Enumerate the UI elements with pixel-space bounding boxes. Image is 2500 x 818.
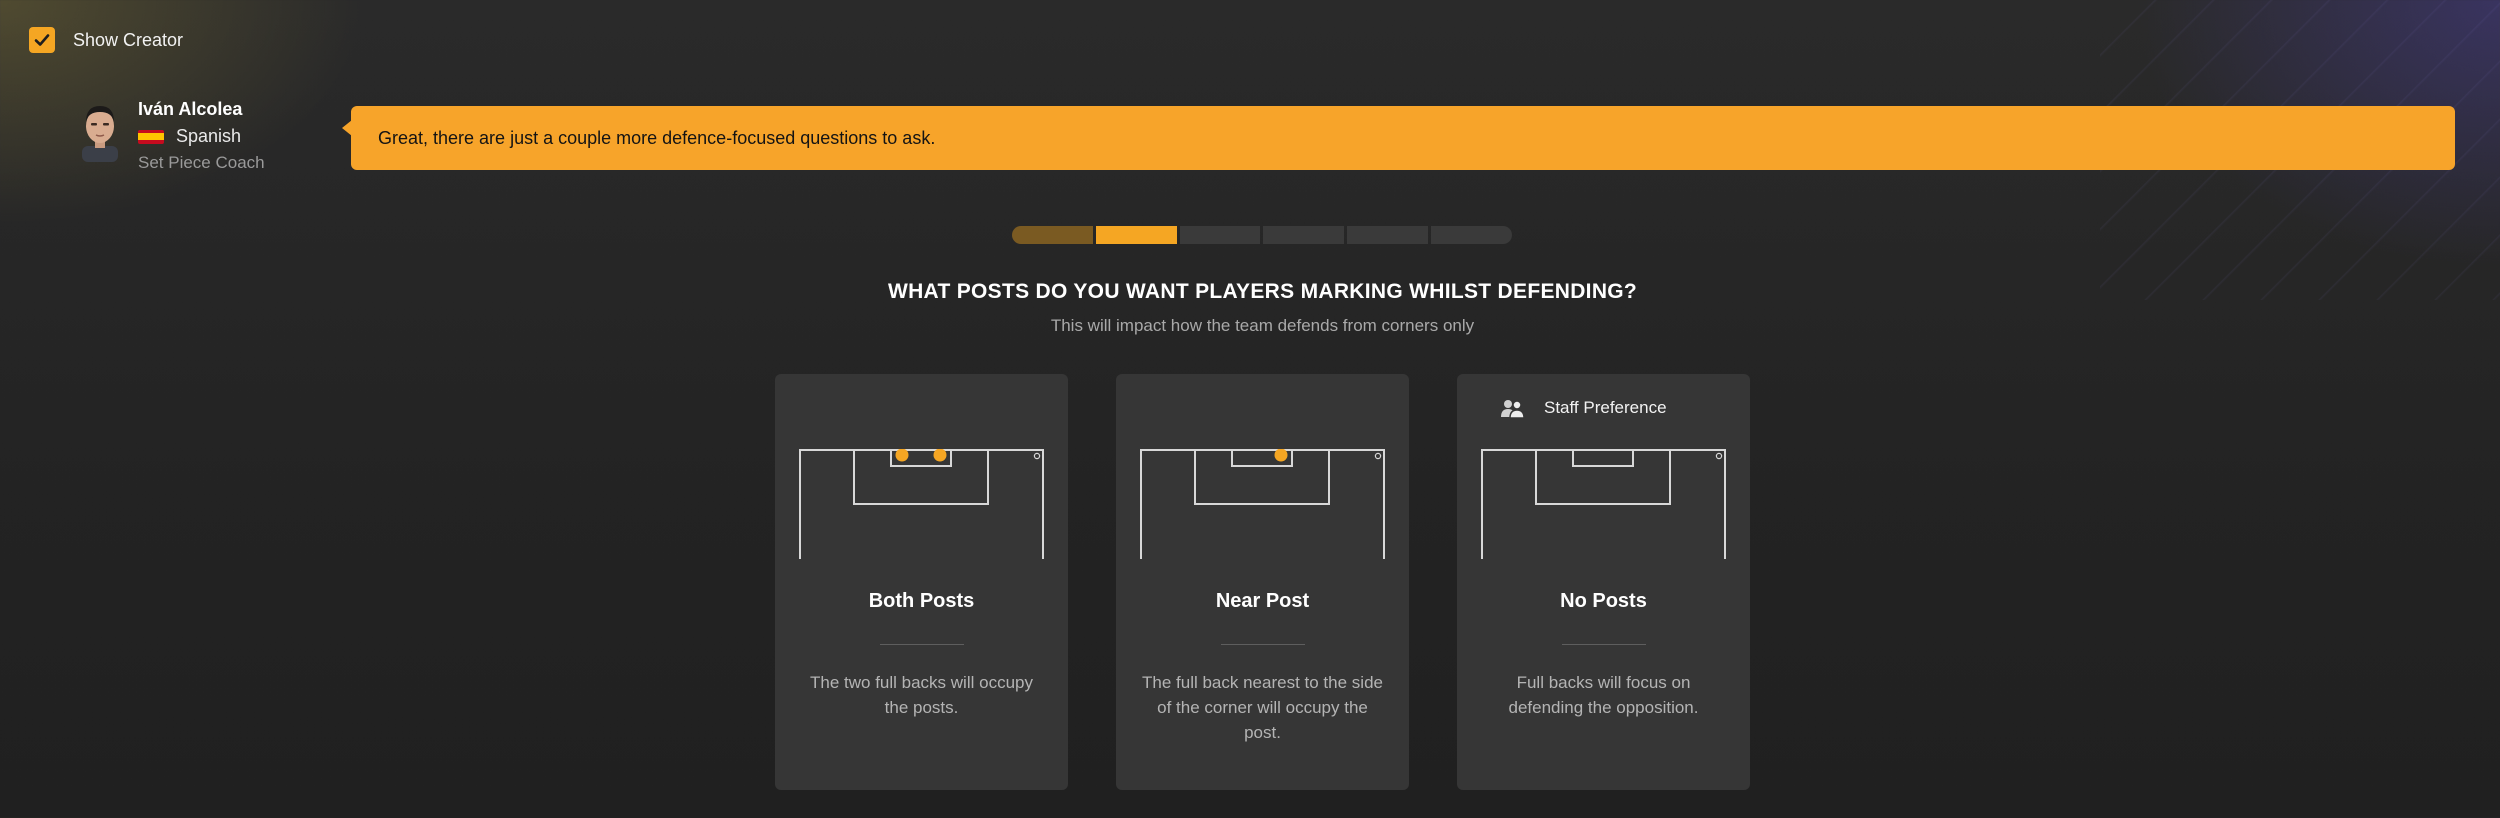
- coach-avatar: [82, 106, 118, 162]
- option-divider: [1562, 644, 1646, 645]
- staff-preference-label: Staff Preference: [1544, 398, 1667, 417]
- speech-bubble: Great, there are just a couple more defe…: [342, 106, 2455, 170]
- option-title: Both Posts: [868, 590, 975, 612]
- goal-diagram-no-posts: [1481, 449, 1726, 559]
- option-card-both-posts[interactable]: Both Posts The two full backs will occup…: [775, 374, 1068, 790]
- option-description: The two full backs will occupy the posts…: [810, 673, 1033, 717]
- marker-near-post: [895, 449, 909, 462]
- coach-role: Set Piece Coach: [138, 153, 265, 172]
- marker-far-post: [933, 449, 947, 462]
- staff-icon: [1501, 400, 1525, 418]
- speech-text: Great, there are just a couple more defe…: [378, 127, 936, 148]
- question-subtitle: This will impact how the team defends fr…: [1050, 316, 1475, 335]
- option-title: Near Post: [1215, 590, 1310, 612]
- option-divider: [1221, 644, 1305, 645]
- show-creator-label: Show Creator: [73, 29, 184, 50]
- question-header: WHAT POSTS DO YOU WANT PLAYERS MARKING W…: [0, 280, 2500, 336]
- show-creator-toggle[interactable]: Show Creator: [29, 27, 183, 53]
- coach-nationality: Spanish: [138, 126, 265, 147]
- progress-step: [1431, 226, 1512, 244]
- option-title: No Posts: [1560, 590, 1647, 612]
- option-description: Full backs will focus on defending the o…: [1508, 673, 1699, 717]
- checkmark-icon: [34, 34, 50, 46]
- progress-step: [1179, 226, 1261, 244]
- goal-diagram-near-post: [1140, 449, 1385, 559]
- progress-bar: [1012, 226, 1512, 244]
- progress-step: [1347, 226, 1429, 244]
- coach-nationality-label: Spanish: [176, 126, 242, 146]
- progress-step: [1095, 226, 1177, 244]
- option-card-no-posts[interactable]: Staff Preference No Posts Full backs wil…: [1457, 374, 1750, 790]
- progress-step: [1012, 226, 1093, 244]
- progress-step: [1263, 226, 1345, 244]
- marker-near-post: [1274, 449, 1288, 462]
- option-card-near-post[interactable]: Near Post The full back nearest to the s…: [1116, 374, 1409, 790]
- coach-name: Iván Alcolea: [138, 99, 243, 119]
- question-title: WHAT POSTS DO YOU WANT PLAYERS MARKING W…: [887, 280, 1638, 303]
- option-description: The full back nearest to the side of the…: [1142, 673, 1383, 742]
- show-creator-checkbox[interactable]: [29, 27, 55, 53]
- spain-flag-icon: [138, 129, 164, 144]
- goal-diagram-both-posts: [799, 449, 1044, 559]
- option-divider: [880, 644, 964, 645]
- coach-profile: Iván Alcolea Spanish Set Piece Coach: [76, 98, 265, 173]
- staff-preference-badge: Staff Preference: [1500, 398, 1667, 418]
